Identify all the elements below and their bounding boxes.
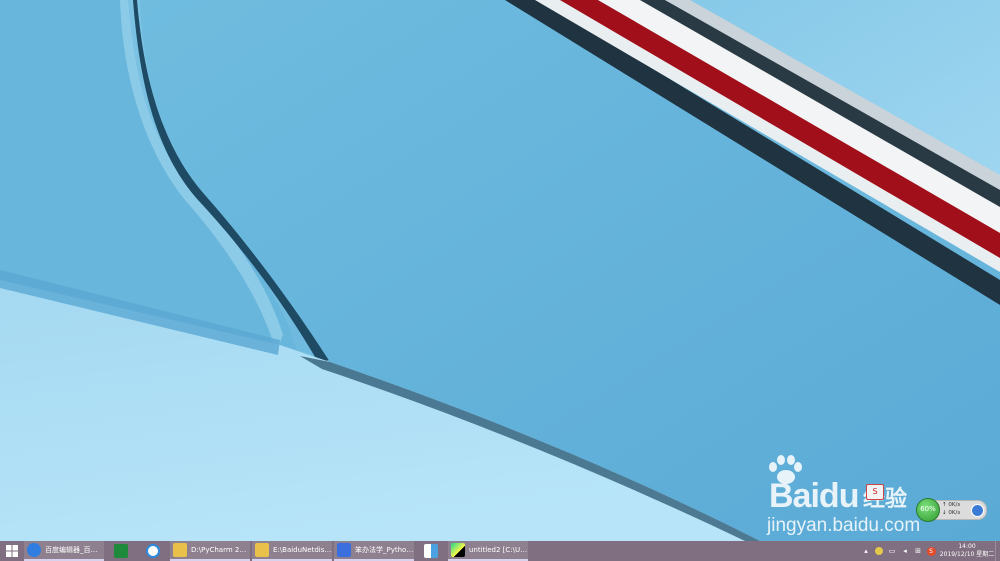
show-hidden-icons-chevron-icon[interactable]: ▴: [861, 541, 871, 561]
tray-app-icon[interactable]: [874, 541, 884, 561]
clock-date: 2019/12/10 星期二: [939, 551, 995, 558]
taskbar-item-browser[interactable]: 百度编辑器_百度...: [24, 541, 104, 561]
watermark-url: jingyan.baidu.com: [767, 515, 921, 536]
taskbar-item-window[interactable]: [416, 541, 446, 561]
system-tray: ▴ ▭ ◂ ⊞ S 14:00 2019/12/10 星期二: [861, 541, 1000, 561]
network-icon[interactable]: ▭: [887, 541, 897, 561]
spreadsheet-icon: [114, 544, 128, 558]
taskbar-item-folder-pycharm[interactable]: D:\PyCharm 201...: [170, 541, 250, 561]
viewer-icon: [337, 543, 351, 557]
windows-logo-icon: [6, 545, 18, 557]
clock-time: 14:00: [958, 543, 976, 550]
taskbar-item-spreadsheet[interactable]: [106, 541, 136, 561]
taskbar-item-label: untitled2 [C:\Us...: [469, 546, 528, 554]
cloud-drive-icon: [146, 544, 160, 558]
upload-rate: ↑ 0K/s: [942, 502, 961, 508]
volume-icon[interactable]: ◂: [900, 541, 910, 561]
taskbar-item-label: 百度编辑器_百度...: [45, 546, 104, 554]
taskbar-item-cloud-drive[interactable]: [138, 541, 168, 561]
download-rate: ↓ 0K/s: [942, 510, 961, 516]
show-desktop-button[interactable]: [995, 541, 1000, 561]
baidu-jingyan-watermark: Baidu 经验 jingyan.baidu.com: [765, 455, 950, 540]
network-rates: ↑ 0K/s ↓ 0K/s: [942, 501, 960, 517]
window-icon: [424, 544, 438, 558]
watermark-brand: Baidu: [769, 477, 859, 515]
network-speed-monitor[interactable]: 60% ↑ 0K/s ↓ 0K/s: [916, 498, 987, 522]
memory-usage-ball[interactable]: 60%: [916, 498, 940, 522]
ime-icon[interactable]: S: [926, 541, 936, 561]
taskbar-item-document-viewer[interactable]: 笨办法学_Python....: [334, 541, 414, 561]
taskbar-item-label: E:\BaiduNetdisk...: [273, 546, 332, 554]
browser-icon: [27, 543, 41, 557]
folder-icon: [173, 543, 187, 557]
taskbar-item-pycharm[interactable]: untitled2 [C:\Us...: [448, 541, 528, 561]
start-button[interactable]: [0, 541, 24, 561]
folder-icon: [255, 543, 269, 557]
taskbar-item-folder-baidunetdisk[interactable]: E:\BaiduNetdisk...: [252, 541, 332, 561]
taskbar-item-label: 笨办法学_Python....: [355, 546, 414, 554]
floating-app-badge[interactable]: S: [866, 484, 884, 500]
accelerate-icon[interactable]: [971, 504, 984, 517]
taskbar-item-label: D:\PyCharm 201...: [191, 546, 250, 554]
desktop-wallpaper: Baidu 经验 jingyan.baidu.com S 60% ↑ 0K/s …: [0, 0, 1000, 541]
keyboard-icon[interactable]: ⊞: [913, 541, 923, 561]
taskbar: 百度编辑器_百度... D:\PyCharm 201... E:\BaiduNe…: [0, 541, 1000, 561]
pycharm-icon: [451, 543, 465, 557]
clock[interactable]: 14:00 2019/12/10 星期二: [939, 543, 995, 559]
